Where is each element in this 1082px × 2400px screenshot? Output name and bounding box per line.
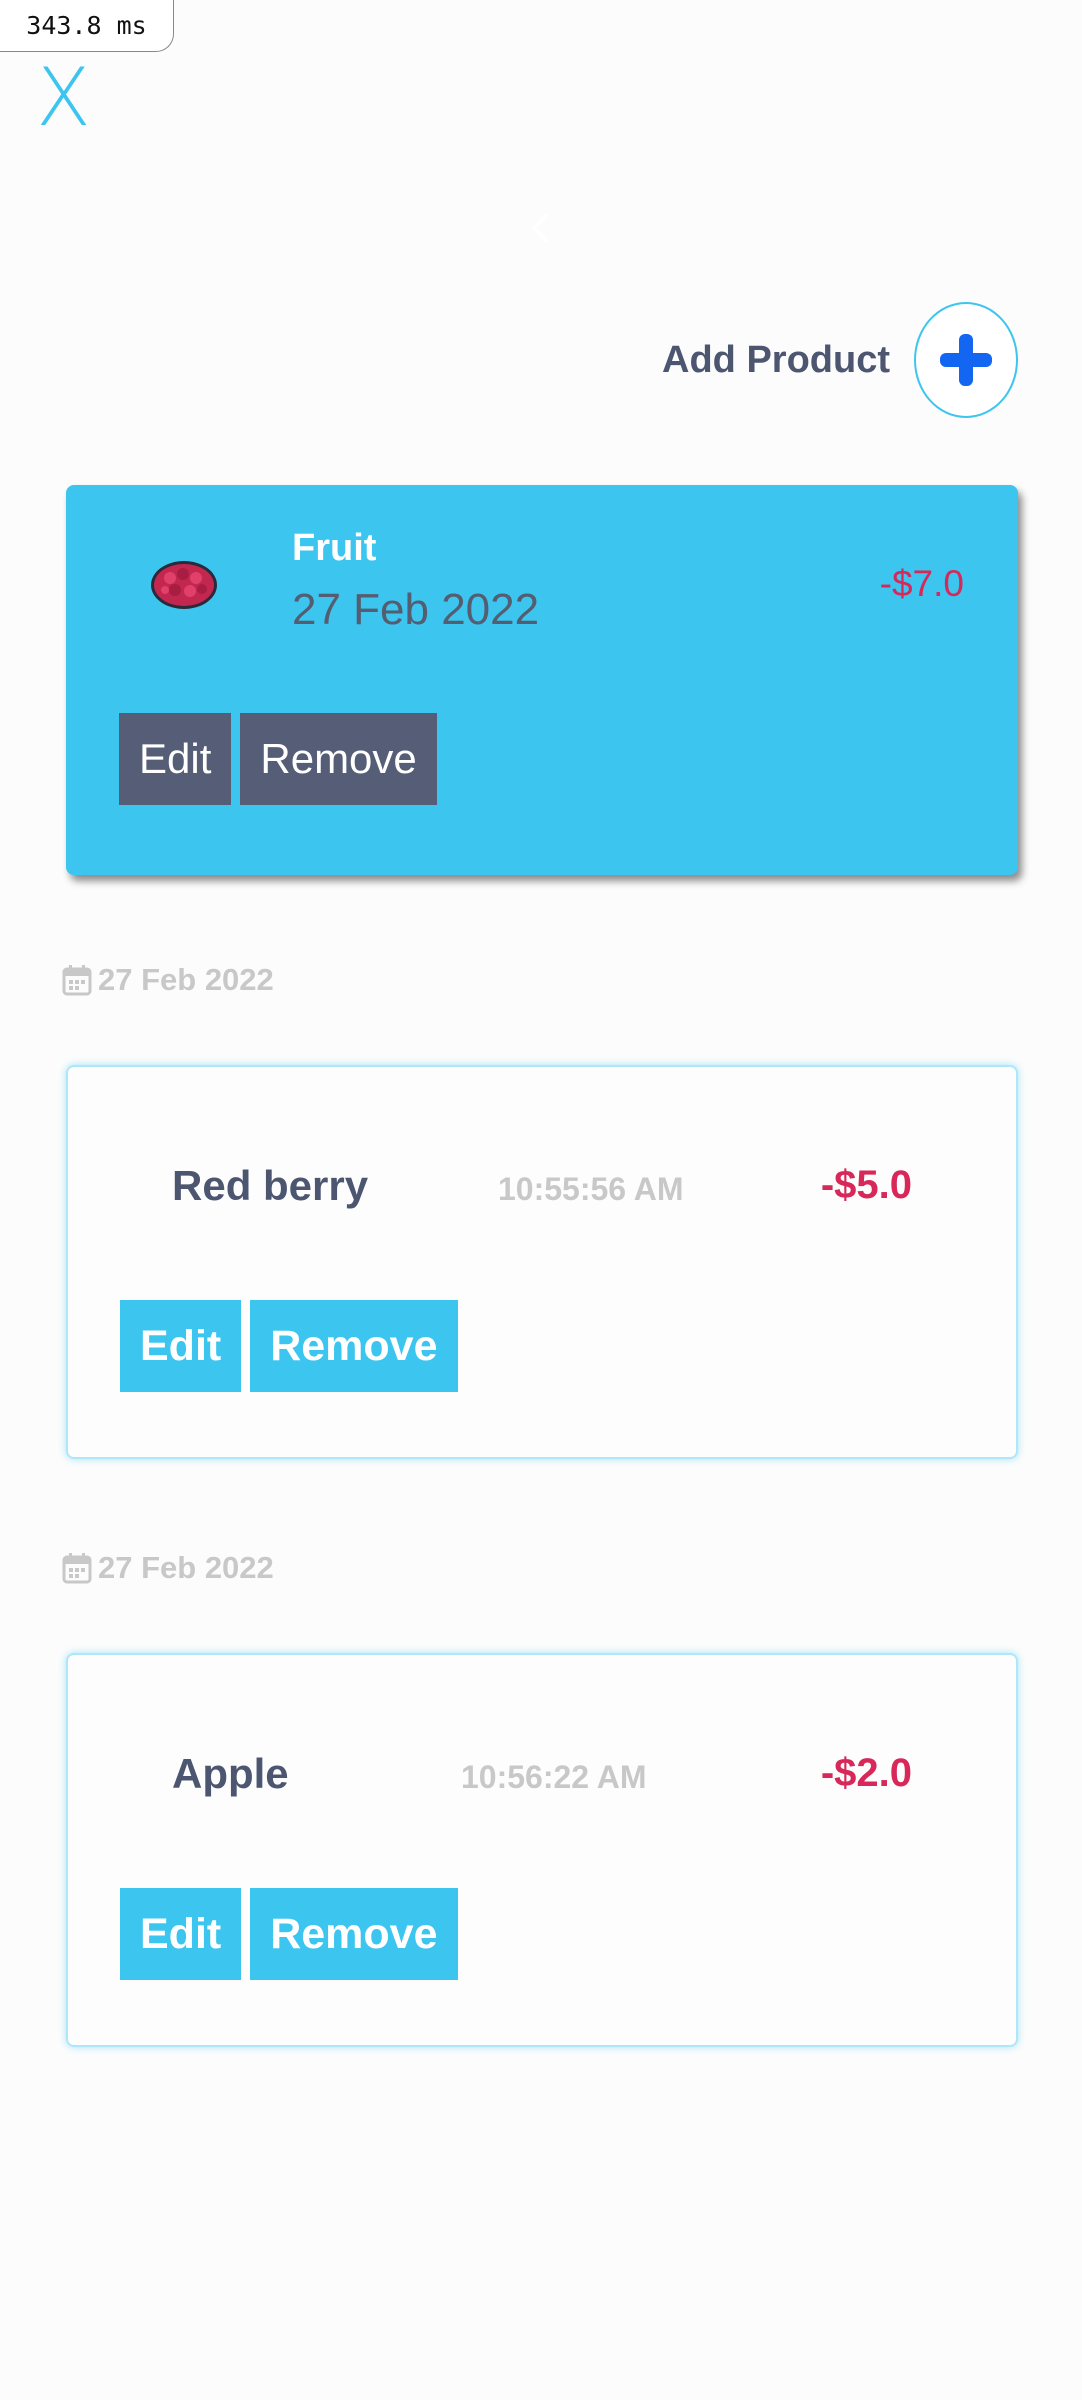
item-edit-button[interactable]: Edit: [120, 1300, 242, 1392]
raspberry-image: [151, 561, 217, 609]
close-icon: X: [36, 51, 91, 144]
category-name: Fruit: [292, 527, 377, 569]
item-time: 10:55:56 AM: [498, 1171, 684, 1207]
item-actions: Edit Remove: [120, 1300, 458, 1392]
calendar-icon: [62, 965, 92, 996]
category-remove-button[interactable]: Remove: [240, 713, 437, 805]
plus-icon: [940, 334, 992, 386]
item-actions: Edit Remove: [120, 1888, 458, 1980]
item-edit-button[interactable]: Edit: [120, 1888, 242, 1980]
list-item: Red berry 10:55:56 AM -$5.0 Edit Remove: [66, 1065, 1018, 1459]
chevron-left-icon[interactable]: [526, 208, 556, 248]
add-product-label: Add Product: [662, 338, 890, 381]
item-time: 10:56:22 AM: [461, 1759, 647, 1795]
add-product-row: Add Product: [662, 302, 1018, 418]
category-card: Fruit 27 Feb 2022 -$7.0 Edit Remove: [66, 485, 1018, 875]
item-name: Red berry: [172, 1162, 369, 1209]
category-edit-button[interactable]: Edit: [119, 713, 232, 805]
item-name: Apple: [172, 1750, 289, 1797]
add-product-button[interactable]: [914, 302, 1018, 418]
category-date: 27 Feb 2022: [292, 585, 540, 634]
category-actions: Edit Remove: [119, 713, 437, 805]
item-amount: -$2.0: [820, 1751, 912, 1795]
list-item: Apple 10:56:22 AM -$2.0 Edit Remove: [66, 1653, 1018, 2047]
item-amount: -$5.0: [820, 1163, 912, 1207]
date-heading: 27 Feb 2022: [62, 962, 274, 998]
product-list-screen: 343.8 ms X Add Product Fruit 27 Feb 2022…: [0, 0, 1082, 2400]
calendar-icon: [62, 1553, 92, 1584]
category-amount: -$7.0: [879, 563, 964, 604]
perf-text: 343.8 ms: [26, 11, 147, 40]
item-remove-button[interactable]: Remove: [250, 1888, 458, 1980]
perf-overlay-badge: 343.8 ms: [0, 0, 174, 52]
close-button[interactable]: X: [36, 58, 100, 138]
date-heading-text: 27 Feb 2022: [98, 1550, 274, 1585]
date-heading: 27 Feb 2022: [62, 1550, 274, 1586]
item-remove-button[interactable]: Remove: [250, 1300, 458, 1392]
date-heading-text: 27 Feb 2022: [98, 962, 274, 997]
